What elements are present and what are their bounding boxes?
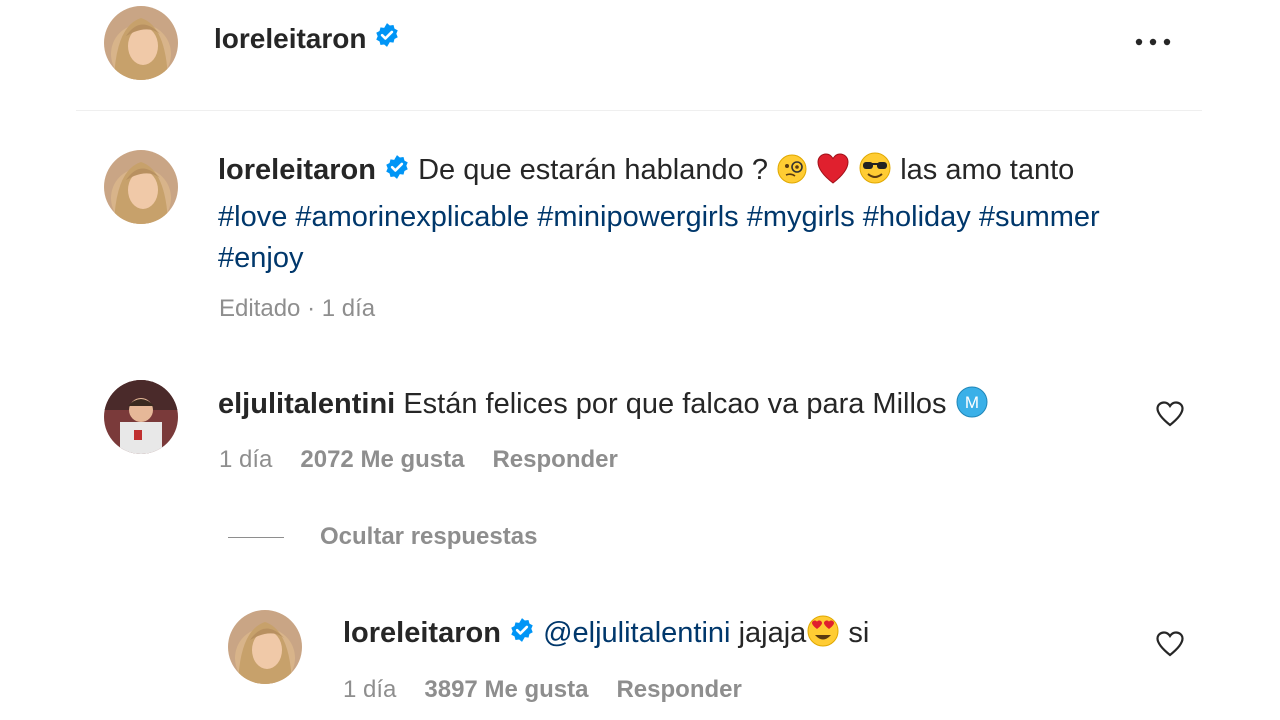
caption-text-after: las amo tanto — [900, 154, 1075, 186]
verified-badge-icon — [374, 22, 400, 55]
caption-meta: Editado · 1 día — [219, 295, 375, 323]
header-username-text[interactable]: loreleitaron — [214, 23, 366, 55]
hide-replies-button[interactable]: Ocultar respuestas — [228, 523, 537, 551]
like-comment-heart-icon[interactable] — [1155, 400, 1185, 430]
hashtag-link[interactable]: #enjoy — [218, 242, 303, 274]
red-heart-emoji — [816, 153, 850, 197]
hide-replies-label[interactable]: Ocultar respuestas — [320, 523, 537, 551]
reply-likes[interactable]: 3897 Me gusta — [424, 676, 588, 704]
more-options-icon[interactable] — [1130, 28, 1176, 56]
smiling-face-with-heart-eyes-emoji — [806, 614, 840, 659]
comment-likes[interactable]: 2072 Me gusta — [300, 446, 464, 474]
face-with-monocle-emoji — [776, 153, 808, 197]
hashtag-link[interactable]: #holiday — [863, 201, 971, 233]
header-divider — [76, 110, 1202, 111]
comment-text: Están felices por que falcao va para Mil… — [403, 388, 947, 420]
reply-text-after: si — [848, 617, 870, 649]
verified-badge-icon — [384, 151, 410, 192]
reply-time: 1 día — [343, 676, 397, 703]
reply-meta: 1 día 3897 Me gusta Responder — [343, 676, 742, 704]
svg-text:M: M — [965, 393, 979, 412]
caption-avatar[interactable] — [104, 150, 178, 224]
caption-edited-time: Editado · 1 día — [219, 295, 376, 322]
comment-time: 1 día — [219, 446, 273, 473]
verified-badge-icon — [509, 614, 535, 654]
caption-text-before: De que estarán hablando ? — [418, 154, 768, 186]
reply-reply-button[interactable]: Responder — [616, 676, 741, 704]
comment-body: eljulitalentini Están felices por que fa… — [218, 384, 989, 430]
reply-username[interactable]: loreleitaron — [343, 617, 501, 649]
hashtag-link[interactable]: #summer — [979, 201, 1100, 233]
hashtag-link[interactable]: #love — [218, 201, 287, 233]
hashtag-link[interactable]: #minipowergirls — [537, 201, 738, 233]
instagram-post-comments: loreleitaron loreleitaron De que estarán… — [0, 0, 1280, 720]
reply-avatar[interactable] — [228, 610, 302, 684]
caption-username[interactable]: loreleitaron — [218, 154, 376, 186]
header-username[interactable]: loreleitaron — [214, 22, 400, 55]
reply-mention-link[interactable]: @eljulitalentini — [543, 617, 730, 649]
hashtag-link[interactable]: #mygirls — [747, 201, 855, 233]
comment-reply-button[interactable]: Responder — [492, 446, 617, 474]
reply-text-before: jajaja — [738, 617, 807, 649]
header-avatar[interactable] — [104, 6, 178, 80]
commenter-username[interactable]: eljulitalentini — [218, 388, 395, 420]
post-caption: loreleitaron De que estarán hablando ? l… — [218, 150, 1118, 279]
comment-meta: 1 día 2072 Me gusta Responder — [219, 446, 618, 474]
hide-replies-line — [228, 536, 284, 538]
like-reply-heart-icon[interactable] — [1155, 630, 1185, 660]
hashtag-link[interactable]: #amorinexplicable — [295, 201, 529, 233]
smiling-face-with-sunglasses-emoji — [858, 151, 892, 197]
reply-body: loreleitaron @eljulitalentini jajaja si — [343, 613, 869, 659]
commenter-avatar[interactable] — [104, 380, 178, 454]
circled-m-emoji: M — [955, 385, 989, 430]
